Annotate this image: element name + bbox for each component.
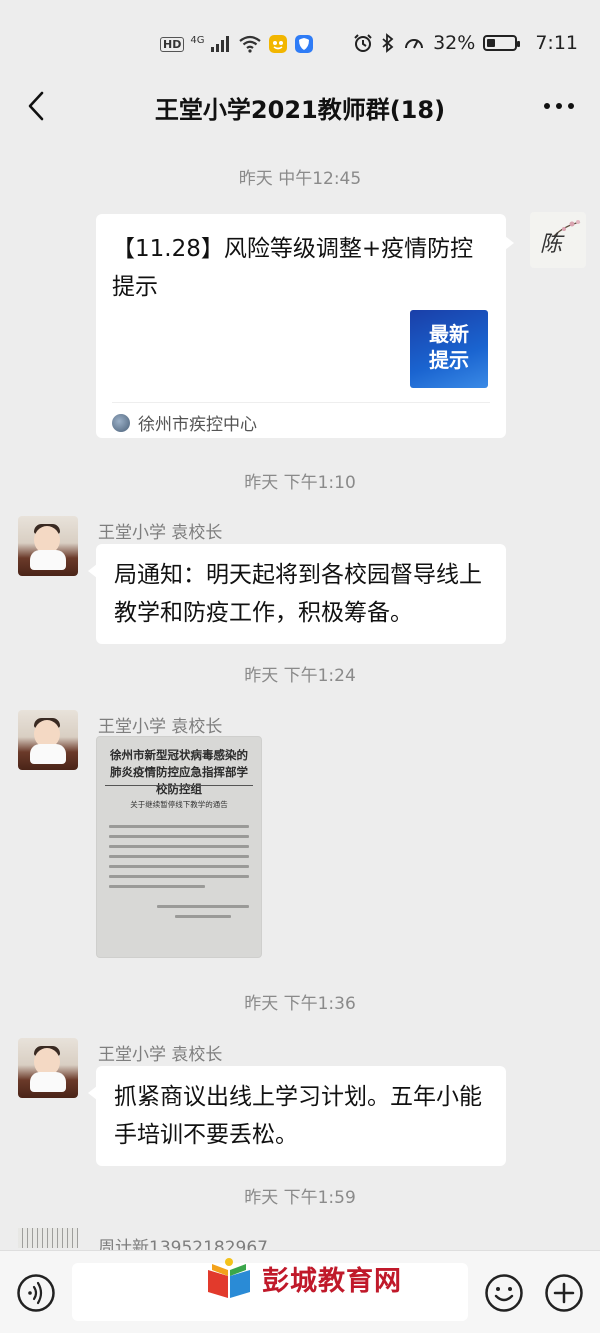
avatar[interactable] (18, 1228, 78, 1248)
timestamp: 昨天 中午12:45 (238, 169, 362, 189)
input-bar (0, 1250, 600, 1333)
sender-name: 王堂小学 袁校长 (98, 717, 223, 737)
clock: 7:11 (535, 32, 578, 54)
chat-title: 王堂小学2021教师群(18) (154, 96, 446, 124)
app-shield-icon (295, 35, 314, 53)
doc-text-line (109, 865, 249, 868)
doc-text-line (109, 855, 249, 858)
app-notify-icon (269, 35, 288, 53)
avatar[interactable] (18, 516, 78, 576)
speed-icon (405, 39, 424, 49)
chat-header: 王堂小学2021教师群(18) (0, 80, 600, 132)
article-title: 【11.28】风险等级调整+疫情防控提示 (112, 236, 474, 300)
voice-icon[interactable] (16, 1273, 56, 1313)
doc-text-line (175, 915, 231, 918)
source-avatar-icon (112, 413, 130, 432)
battery-icon (483, 35, 521, 51)
doc-text-line (109, 875, 249, 878)
article-thumbnail: 最新 提示 (410, 310, 488, 388)
avatar[interactable] (18, 1038, 78, 1098)
thumb-text-1: 最新 (429, 322, 469, 346)
document-image[interactable]: 徐州市新型冠状病毒感染的肺炎疫情防控应急指挥部学校防控组 关于继续暂停线下教学的… (96, 736, 262, 958)
doc-heading: 徐州市新型冠状病毒感染的肺炎疫情防控应急指挥部学校防控组 (110, 748, 248, 796)
card-divider (112, 402, 490, 403)
doc-text-line (109, 885, 205, 888)
sender-name: 王堂小学 袁校长 (98, 1045, 223, 1065)
network-type: 4G (190, 34, 205, 46)
signal-icon (211, 36, 230, 52)
battery-fill (487, 39, 496, 47)
doc-subtitle: 关于继续暂停线下教学的通告 (130, 800, 228, 809)
doc-rule (105, 785, 253, 786)
status-left: HD 4G (160, 34, 314, 54)
self-avatar[interactable]: 陈 (530, 212, 586, 268)
thumb-text-2: 提示 (429, 348, 469, 372)
timestamp: 昨天 下午1:59 (244, 1188, 356, 1208)
more-dots-icon[interactable] (542, 92, 576, 120)
timestamp: 昨天 下午1:24 (244, 666, 356, 686)
article-source: 徐州市疾控中心 (112, 410, 257, 435)
bluetooth-icon (382, 33, 394, 53)
avatar[interactable] (18, 710, 78, 770)
hd-badge: HD (160, 36, 185, 52)
article-card[interactable]: 【11.28】风险等级调整+疫情防控提示 最新 提示 徐州市疾控中心 (96, 214, 514, 438)
self-avatar-char: 陈 (540, 232, 563, 257)
emoji-icon[interactable] (484, 1273, 524, 1313)
wifi-icon (239, 35, 262, 53)
plus-icon[interactable] (544, 1273, 584, 1313)
doc-text-line (109, 845, 249, 848)
sender-name: 王堂小学 袁校长 (98, 523, 223, 543)
timestamp: 昨天 下午1:10 (244, 473, 356, 493)
timestamp: 昨天 下午1:36 (244, 994, 356, 1014)
battery-percent: 32% (433, 32, 476, 54)
status-bar: HD 4G 32% 7:11 (0, 0, 600, 88)
status-right: 32% 7:11 (353, 32, 578, 54)
message-bubble[interactable]: 局通知：明天起将到各校园督导线上教学和防疫工作，积极筹备。 (88, 544, 506, 644)
message-input[interactable] (72, 1263, 468, 1321)
doc-text-line (109, 835, 249, 838)
alarm-icon (354, 34, 372, 52)
doc-text-line (157, 905, 249, 908)
source-name: 徐州市疾控中心 (138, 415, 257, 435)
doc-text-line (109, 825, 249, 828)
message-bubble[interactable]: 抓紧商议出线上学习计划。五年小能手培训不要丢松。 (88, 1066, 506, 1166)
